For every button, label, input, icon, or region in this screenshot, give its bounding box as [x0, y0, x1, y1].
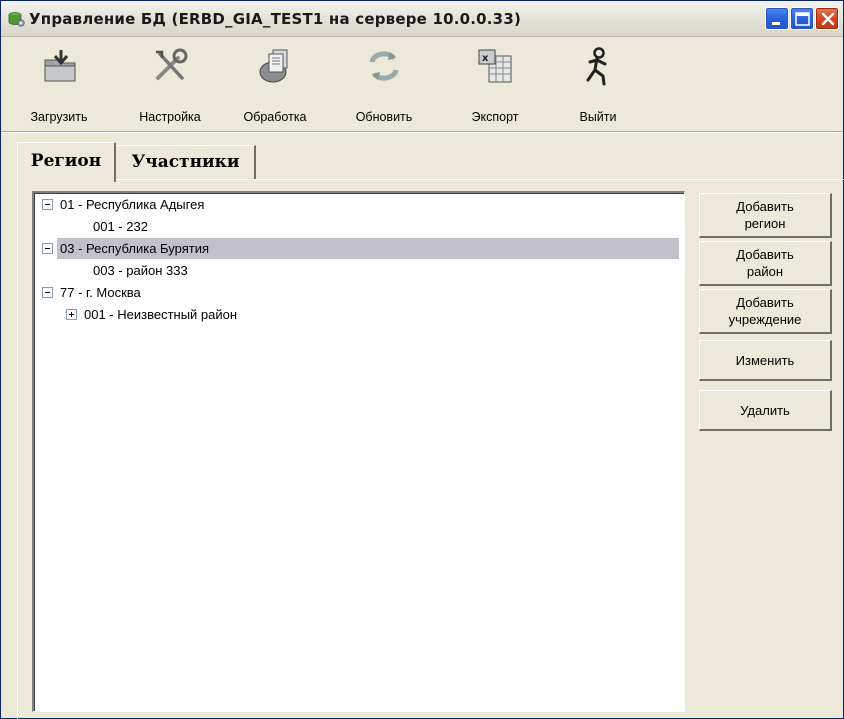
tools-icon — [150, 46, 190, 86]
load-label: Загрузить — [30, 110, 88, 124]
database-gear-icon — [7, 10, 25, 28]
edit-button[interactable]: Изменить — [699, 340, 832, 381]
maximize-button[interactable] — [790, 7, 814, 30]
minimize-icon — [772, 22, 780, 25]
load-folder-icon — [41, 46, 81, 86]
tree-node-label: 77 - г. Москва — [60, 285, 141, 300]
exit-runner-icon — [578, 46, 618, 86]
collapse-icon[interactable] — [42, 287, 53, 298]
add-district-label-line2: район — [746, 264, 784, 279]
settings-label: Настройка — [139, 110, 201, 124]
add-district-button[interactable]: Добавить район — [699, 241, 832, 286]
excel-export-icon: x — [475, 46, 515, 86]
process-button[interactable]: Обработка — [233, 38, 317, 130]
add-institution-button[interactable]: Добавить учреждение — [699, 289, 832, 334]
tab-region[interactable]: Регион — [17, 142, 116, 182]
tree-node-label: 003 - район 333 — [93, 263, 188, 278]
collapse-icon[interactable] — [42, 199, 53, 210]
delete-button[interactable]: Удалить — [699, 390, 832, 431]
close-button[interactable] — [815, 7, 839, 30]
region-tree[interactable]: 01 - Республика Адыгея 001 - 232 03 - Ре… — [32, 191, 685, 712]
main-window: Управление БД (ERBD_GIA_TEST1 на сервере… — [0, 0, 844, 719]
tree-node-label: 001 - 232 — [93, 219, 148, 234]
export-label: Экспорт — [471, 110, 519, 124]
toolbar-divider — [1, 131, 843, 133]
tree-node-label: 01 - Республика Адыгея — [60, 197, 205, 212]
tab-participants[interactable]: Участники — [117, 145, 256, 179]
refresh-button[interactable]: Обновить — [343, 38, 425, 130]
add-institution-label-line1: Добавить — [736, 295, 794, 310]
window-title: Управление БД (ERBD_GIA_TEST1 на сервере… — [29, 10, 522, 28]
tree-node-label: 001 - Неизвестный район — [84, 307, 238, 322]
tree-node-region-selected[interactable]: 03 - Республика Бурятия — [40, 238, 680, 259]
tree-node-region[interactable]: 77 - г. Москва — [40, 282, 680, 303]
add-institution-label-line2: учреждение — [728, 312, 802, 327]
settings-button[interactable]: Настройка — [125, 38, 215, 130]
add-region-button[interactable]: Добавить регион — [699, 193, 832, 238]
load-button[interactable]: Загрузить — [17, 38, 101, 130]
export-button[interactable]: x Экспорт — [455, 38, 535, 130]
add-region-label-line2: регион — [744, 216, 786, 231]
svg-text:x: x — [482, 53, 489, 64]
tree-node-district[interactable]: 003 - район 333 — [40, 260, 680, 281]
collapse-icon[interactable] — [42, 243, 53, 254]
tree-node-district[interactable]: 001 - Неизвестный район — [40, 304, 680, 325]
title-bar[interactable]: Управление БД (ERBD_GIA_TEST1 на сервере… — [1, 1, 843, 37]
refresh-icon — [364, 46, 404, 86]
process-label: Обработка — [243, 110, 307, 124]
exit-label: Выйти — [579, 110, 617, 124]
tree-node-region[interactable]: 01 - Республика Адыгея — [40, 194, 680, 215]
tree-node-district[interactable]: 001 - 232 — [40, 216, 680, 237]
maximize-icon — [795, 12, 810, 26]
toolbar: Загрузить Настройка Обработка Обновить x… — [1, 38, 843, 130]
exit-button[interactable]: Выйти — [560, 38, 636, 130]
refresh-label: Обновить — [355, 110, 413, 124]
close-icon — [821, 12, 835, 26]
expand-icon[interactable] — [66, 309, 77, 320]
tree-node-label: 03 - Республика Бурятия — [57, 238, 679, 259]
minimize-button[interactable] — [765, 7, 789, 30]
add-district-label-line1: Добавить — [736, 247, 794, 262]
process-icon — [255, 46, 295, 86]
add-region-label-line1: Добавить — [736, 199, 794, 214]
